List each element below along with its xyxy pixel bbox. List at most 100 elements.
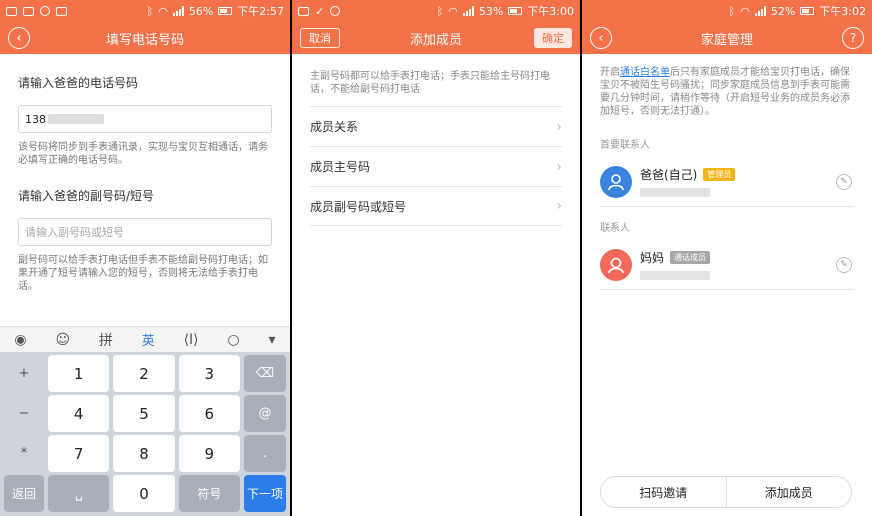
key-5[interactable]: 5 xyxy=(113,395,175,432)
check-notification-icon: ✓ xyxy=(315,4,325,18)
primary-contact-header: 首要联系人 xyxy=(600,140,650,151)
key-dot[interactable]: . xyxy=(243,435,286,472)
space-icon: ␣ xyxy=(74,486,83,501)
back-key[interactable]: 返回 xyxy=(4,475,44,512)
user-female-icon xyxy=(608,257,624,273)
page-title: 填写电话号码 xyxy=(105,32,184,48)
number-note: 主副号码都可以给手表打电话；手表只能给主号码打电话，不能给副号码打电话 xyxy=(310,71,550,95)
key-2[interactable]: 2 xyxy=(113,355,175,392)
keyboard-toolbar: ◉ ☺ 拼 英 ⟨I⟩ ○ ▾ xyxy=(0,326,290,352)
member-sub-number-row[interactable]: 成员副号码或短号 › xyxy=(310,186,562,226)
contact-name: 爸爸(自己) xyxy=(640,168,698,182)
space-key[interactable]: ␣ xyxy=(48,475,110,512)
main-number-value: 138 xyxy=(25,112,46,126)
battery-icon xyxy=(218,7,233,15)
contact-name: 妈妈 xyxy=(640,251,665,265)
key-9[interactable]: 9 xyxy=(178,435,240,472)
bluetooth-icon: ᛒ xyxy=(728,4,736,18)
user-icon xyxy=(608,173,624,190)
blurred-number xyxy=(640,188,710,197)
keyboard-notification-icon xyxy=(6,6,17,16)
scan-invite-button[interactable]: 扫码邀请 xyxy=(601,477,726,507)
screen-fill-phone-number: ᛒ ◠ 56% 下午2:57 ‹ 填写电话号码 请输入爸爸的电话号码 138 该… xyxy=(0,0,290,516)
sub-number-label: 请输入爸爸的副号码/短号 xyxy=(18,189,155,203)
sub-number-input[interactable]: 请输入副号码或短号 xyxy=(18,218,272,246)
key-7[interactable]: 7 xyxy=(48,435,110,472)
status-bar: ᛒ ◠ 56% 下午2:57 xyxy=(0,0,290,22)
row-label: 成员主号码 xyxy=(310,160,371,174)
pinyin-button[interactable]: 拼 xyxy=(99,330,113,350)
sub-number-hint: 副号码可以给手表打电话但手表不能给副号码打电话；如果开通了短号请输入您的短号，否… xyxy=(18,255,268,292)
key-3[interactable]: 3 xyxy=(178,355,240,392)
key-8[interactable]: 8 xyxy=(113,435,175,472)
backspace-icon: ⌫ xyxy=(255,366,275,381)
contact-mom[interactable]: 妈妈 通话成员 ✎ xyxy=(600,240,854,290)
status-time: 下午2:57 xyxy=(237,5,284,18)
confirm-button[interactable]: 确定 xyxy=(534,28,572,48)
chevron-right-icon: › xyxy=(556,158,562,175)
key-0[interactable]: 0 xyxy=(113,475,175,512)
question-icon: ? xyxy=(849,31,857,45)
avatar xyxy=(600,248,632,281)
status-time: 下午3:02 xyxy=(819,5,866,18)
key-asterisk[interactable]: * xyxy=(4,435,44,472)
search-icon[interactable]: ○ xyxy=(227,332,239,348)
call-whitelist-link[interactable]: 通话白名单 xyxy=(620,67,670,78)
key-at[interactable]: @ xyxy=(243,395,286,432)
hide-keyboard-icon[interactable]: ▾ xyxy=(269,332,276,348)
key-4[interactable]: 4 xyxy=(48,395,110,432)
admin-badge: 管理员 xyxy=(703,168,736,181)
key-1[interactable]: 1 xyxy=(48,355,110,392)
english-mode-button[interactable]: 英 xyxy=(142,330,155,349)
screen-family-management: ᛒ ◠ 52% 下午3:02 ‹ 家庭管理 ? 开启通话白名单后只有家庭成员才能… xyxy=(582,0,872,516)
member-relation-row[interactable]: 成员关系 › xyxy=(310,106,562,146)
next-field-key[interactable]: 下一项 xyxy=(243,475,286,512)
sync-icon xyxy=(330,6,341,16)
key-6[interactable]: 6 xyxy=(178,395,240,432)
wifi-icon: ◠ xyxy=(448,4,458,18)
emoji-icon[interactable]: ☺ xyxy=(55,332,70,348)
edit-icon[interactable]: ✎ xyxy=(836,257,852,273)
chevron-right-icon: › xyxy=(556,118,562,135)
baidu-ime-icon[interactable]: ◉ xyxy=(14,332,26,348)
blurred-number xyxy=(640,271,710,280)
help-button[interactable]: ? xyxy=(842,27,864,49)
backspace-key[interactable]: ⌫ xyxy=(243,355,286,392)
note-prefix: 开启 xyxy=(600,67,620,78)
battery-percent: 53% xyxy=(478,4,504,18)
image-notification-icon xyxy=(298,6,309,16)
row-label: 成员关系 xyxy=(310,120,359,134)
row-label: 成员副号码或短号 xyxy=(310,199,407,214)
numeric-keyboard: + 1 2 3 ⌫ − 4 5 6 @ * 7 8 9 . 返回 ␣ 0 符号 … xyxy=(0,352,290,516)
wifi-icon: ◠ xyxy=(158,4,168,18)
symbol-key[interactable]: 符号 xyxy=(178,475,240,512)
status-bar: ✓ ᛒ ◠ 53% 下午3:00 xyxy=(292,0,580,22)
signal-icon xyxy=(754,6,766,16)
image-notification-icon xyxy=(23,6,34,16)
contacts-header: 联系人 xyxy=(600,223,630,234)
cursor-icon[interactable]: ⟨I⟩ xyxy=(184,332,199,348)
contact-dad[interactable]: 爸爸(自己) 管理员 ✎ xyxy=(600,157,854,207)
status-time: 下午3:00 xyxy=(527,5,574,18)
battery-percent: 52% xyxy=(770,4,796,18)
blurred-digits xyxy=(48,114,104,124)
app-bar: ‹ 家庭管理 ? xyxy=(582,22,872,54)
bottom-actions: 扫码邀请 添加成员 xyxy=(600,476,852,508)
signal-icon xyxy=(462,6,474,16)
add-member-button[interactable]: 添加成员 xyxy=(725,477,852,507)
screenshot-collage: ᛒ ◠ 56% 下午2:57 ‹ 填写电话号码 请输入爸爸的电话号码 138 该… xyxy=(0,0,872,516)
member-main-number-row[interactable]: 成员主号码 › xyxy=(310,146,562,186)
edit-icon[interactable]: ✎ xyxy=(836,174,852,190)
bluetooth-icon: ᛒ xyxy=(436,4,444,18)
wifi-icon: ◠ xyxy=(740,4,750,18)
key-plus[interactable]: + xyxy=(4,355,44,392)
battery-percent: 56% xyxy=(188,4,214,18)
sub-number-placeholder: 请输入副号码或短号 xyxy=(25,226,124,239)
page-title: 家庭管理 xyxy=(700,32,753,48)
key-minus[interactable]: − xyxy=(4,395,44,432)
bluetooth-icon: ᛒ xyxy=(146,4,154,18)
main-number-label: 请输入爸爸的电话号码 xyxy=(18,76,139,90)
main-number-input[interactable]: 138 xyxy=(18,105,272,133)
screen-add-member: ✓ ᛒ ◠ 53% 下午3:00 取消 添加成员 确定 主副号码都可以给手表打电… xyxy=(292,0,580,516)
sync-icon xyxy=(40,6,50,16)
